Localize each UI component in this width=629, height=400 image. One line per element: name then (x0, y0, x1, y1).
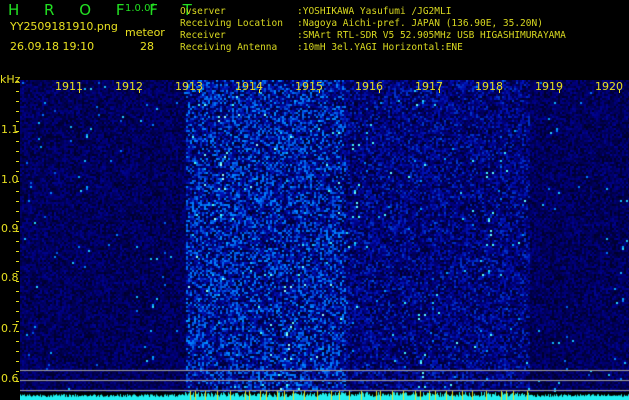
y-minor-tick (16, 311, 19, 312)
x-tick (559, 89, 560, 93)
y-minor-tick (16, 151, 19, 152)
y-minor-tick (16, 371, 19, 372)
station-info: Ovserver :YOSHIKAWA Yasufumi /JG2MLI Rece… (180, 6, 566, 54)
meteor-label: meteor (125, 26, 165, 39)
y-minor-tick (16, 271, 19, 272)
y-minor-tick (16, 361, 19, 362)
y-minor-tick (16, 161, 19, 162)
y-minor-tick (16, 81, 19, 82)
x-tick (619, 89, 620, 93)
info-value: :10mH 3el.YAGI Horizontal:ENE (297, 42, 463, 53)
y-tick-label: 0.6 (1, 372, 19, 385)
app-version: 1.0.0f (125, 3, 154, 14)
y-minor-tick (16, 181, 19, 182)
y-minor-tick (16, 171, 19, 172)
x-tick (319, 89, 320, 93)
y-minor-tick (16, 341, 19, 342)
meteor-count: 28 (140, 40, 154, 53)
x-tick (499, 89, 500, 93)
x-tick (79, 89, 80, 93)
y-minor-tick (16, 301, 19, 302)
y-minor-tick (16, 111, 19, 112)
y-minor-tick (16, 231, 19, 232)
y-minor-tick (16, 131, 19, 132)
y-minor-tick (16, 261, 19, 262)
y-minor-tick (16, 381, 19, 382)
x-tick (439, 89, 440, 93)
y-minor-tick (16, 211, 19, 212)
spectrogram (20, 80, 629, 400)
y-minor-tick (16, 241, 19, 242)
y-minor-tick (16, 321, 19, 322)
x-tick (199, 89, 200, 93)
y-tick-label: 1.1 (1, 123, 19, 136)
info-key: Receiving Antenna (180, 42, 278, 53)
y-tick-label: 1.0 (1, 173, 19, 186)
info-key: Receiver (180, 30, 226, 41)
x-tick (139, 89, 140, 93)
file-datetime: 26.09.18 19:10 (10, 40, 95, 53)
y-minor-tick (16, 221, 19, 222)
y-axis-unit: kHz (0, 73, 21, 86)
y-minor-tick (16, 141, 19, 142)
y-tick-label: 0.7 (1, 322, 19, 335)
info-value: :Nagoya Aichi-pref. JAPAN (136.90E, 35.2… (297, 18, 543, 29)
file-name: YY2509181910.png (10, 20, 118, 33)
x-tick (379, 89, 380, 93)
app-title: H R O F F T (8, 1, 202, 19)
y-minor-tick (16, 201, 19, 202)
info-key: Receiving Location (180, 18, 283, 29)
y-minor-tick (16, 191, 19, 192)
y-minor-tick (16, 351, 19, 352)
y-minor-tick (16, 281, 19, 282)
x-tick (259, 89, 260, 93)
info-value: :SMArt RTL-SDR V5 52.905MHz USB HIGASHIM… (297, 30, 566, 41)
y-tick-label: 0.8 (1, 271, 19, 284)
info-key: Ovserver (180, 6, 226, 17)
y-minor-tick (16, 291, 19, 292)
y-minor-tick (16, 91, 19, 92)
y-minor-tick (16, 121, 19, 122)
y-minor-tick (16, 251, 19, 252)
y-tick-label: 0.9 (1, 222, 19, 235)
info-value: :YOSHIKAWA Yasufumi /JG2MLI (297, 6, 452, 17)
y-minor-tick (16, 331, 19, 332)
y-minor-tick (16, 101, 19, 102)
